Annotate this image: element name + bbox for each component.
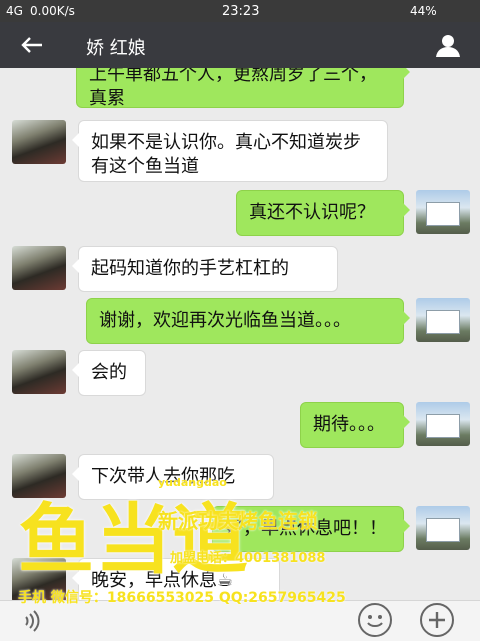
status-bar: 4G 0.00K/s 23:23 44% [0,0,480,22]
watermark-contact: 手机 微信号：18666553025 QQ:2657965425 [18,590,346,606]
message-bubble[interactable]: 真还不认识呢？ [236,190,410,236]
user-avatar[interactable] [416,298,470,342]
add-icon[interactable] [420,603,454,637]
contact-avatar[interactable] [12,350,66,394]
battery-level: 44% [410,4,437,18]
user-avatar[interactable] [416,506,470,550]
message-bubble[interactable]: 起码知道你的手艺杠杠的 [72,246,338,292]
profile-icon[interactable] [434,32,462,58]
user-avatar[interactable] [416,190,470,234]
watermark-url: yudangdao [158,476,227,489]
chat-header: 娇 红娘 [0,22,480,68]
contact-avatar[interactable] [12,246,66,290]
network-speed: 0.00K/s [30,4,75,18]
user-avatar[interactable] [416,402,470,446]
status-time: 23:23 [222,4,260,19]
message-bubble[interactable]: 谢谢，欢迎再次光临鱼当道。。。 [86,298,410,344]
watermark-slogan: 新派功夫烤鱼连锁 [158,509,318,533]
chat-title: 娇 红娘 [86,38,146,59]
back-arrow-icon[interactable] [18,32,46,58]
watermark-franchise-phone: 加盟电话：4001381088 [170,551,326,566]
message-bubble[interactable]: 期待。。。 [300,402,410,448]
signal-indicator: 4G [6,4,23,18]
emoji-icon[interactable] [358,603,392,637]
voice-icon[interactable] [18,609,44,633]
message-bubble[interactable]: 上午单都五个人，更熬周岁了三个，真累 [76,68,410,109]
contact-avatar[interactable] [12,120,66,164]
message-bubble[interactable]: 会的 [72,350,146,396]
message-bubble[interactable]: 如果不是认识你。真心不知道炭步有这个鱼当道 [72,120,388,182]
